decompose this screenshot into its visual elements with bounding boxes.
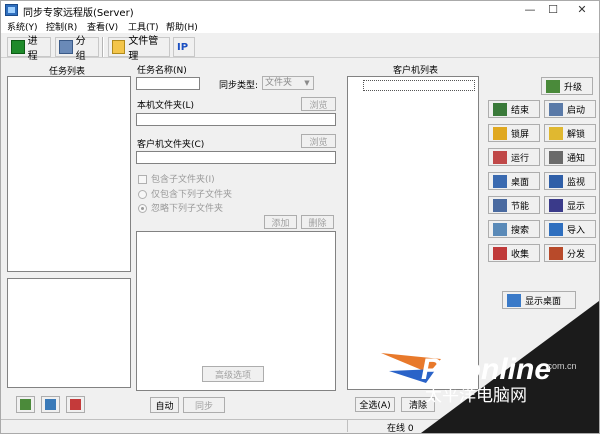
upgrade-button[interactable]: 升级 — [541, 77, 593, 95]
local-folder-input[interactable] — [136, 113, 336, 126]
process-icon — [11, 40, 25, 54]
desktop-icon — [493, 174, 507, 188]
import-button[interactable]: 导入 — [544, 220, 596, 238]
client-list-header: 客户机列表 — [393, 66, 439, 76]
task-list-panel: 任务列表 — [5, 62, 133, 415]
auto-button[interactable]: 自动 — [150, 397, 179, 413]
start-icon — [549, 102, 563, 116]
collect-icon — [493, 246, 507, 260]
task-name-input[interactable] — [136, 77, 200, 90]
display-button[interactable]: 显示 — [544, 196, 596, 214]
collect-button[interactable]: 收集 — [488, 244, 540, 262]
add-task-button[interactable] — [16, 396, 35, 413]
copy-task-icon — [45, 399, 56, 410]
start-button[interactable]: 启动 — [544, 100, 596, 118]
radio-dot — [138, 190, 147, 199]
process-button[interactable]: 进程 — [7, 36, 51, 62]
run-button[interactable]: 运行 — [488, 148, 540, 166]
chevron-down-icon: ▼ — [304, 79, 310, 87]
only-listed-radio[interactable]: 仅包含下列子文件夹 — [138, 187, 232, 200]
lock-icon — [493, 126, 507, 140]
upgrade-icon — [546, 79, 560, 93]
sync-type-select[interactable]: 文件夹 ▼ — [262, 76, 314, 90]
search-icon — [493, 222, 507, 236]
task-name-label: 任务名称(N) — [137, 66, 187, 76]
monitor-button[interactable]: 监视 — [544, 172, 596, 190]
delete-task-button[interactable] — [66, 396, 85, 413]
unlock-icon — [549, 126, 563, 140]
add-task-icon — [20, 399, 31, 410]
app-window: 同步专家远程版(Server) — ☐ ✕ 系统(Y) 控制(R) 查看(V) … — [0, 0, 600, 434]
client-list-focus — [363, 80, 475, 91]
toolbar-separator — [102, 37, 104, 57]
watermark-subtitle: 太平洋电脑网 — [425, 386, 527, 406]
sync-type-label: 同步类型: — [219, 81, 259, 91]
power-icon — [493, 198, 507, 212]
checkbox-box — [138, 175, 147, 184]
radio-dot-selected — [138, 204, 147, 213]
client-folder-input[interactable] — [136, 151, 336, 164]
import-icon — [549, 222, 563, 236]
stop-icon — [493, 102, 507, 116]
browse-local-button[interactable]: 浏览 — [301, 97, 336, 111]
close-button[interactable]: ✕ — [568, 2, 596, 18]
speaker-icon — [549, 150, 563, 164]
delete-subfolder-button[interactable]: 删除 — [301, 215, 334, 229]
ignore-listed-radio[interactable]: 忽略下列子文件夹 — [138, 201, 223, 214]
maximize-button[interactable]: ☐ — [539, 2, 567, 18]
unlock-button[interactable]: 解锁 — [544, 124, 596, 142]
include-subfolders-checkbox[interactable]: 包含子文件夹(I) — [138, 172, 215, 185]
search-button[interactable]: 搜索 — [488, 220, 540, 238]
add-subfolder-button[interactable]: 添加 — [264, 215, 297, 229]
lock-screen-button[interactable]: 锁屏 — [488, 124, 540, 142]
menu-help[interactable]: 帮助(H) — [166, 20, 198, 33]
ip-button[interactable]: IP — [173, 37, 195, 57]
file-manager-button[interactable]: 文件管理 — [108, 36, 170, 62]
group-button[interactable]: 分组 — [55, 36, 99, 62]
folder-icon — [112, 40, 126, 54]
desktop-button[interactable]: 桌面 — [488, 172, 540, 190]
group-icon — [59, 40, 73, 54]
power-saving-button[interactable]: 节能 — [488, 196, 540, 214]
display-icon — [549, 198, 563, 212]
local-folder-label: 本机文件夹(L) — [137, 101, 195, 111]
watermark: PConline .com.cn 太平洋电脑网 — [381, 301, 599, 433]
client-folder-label: 客户机文件夹(C) — [137, 140, 205, 150]
window-title: 同步专家远程版(Server) — [23, 8, 134, 19]
watermark-logo: PConline — [421, 353, 551, 386]
run-icon — [493, 150, 507, 164]
end-button[interactable]: 结束 — [488, 100, 540, 118]
advanced-options-button[interactable]: 高级选项 — [202, 366, 264, 382]
app-icon — [5, 4, 18, 16]
delete-task-icon — [70, 399, 81, 410]
copy-task-button[interactable] — [41, 396, 60, 413]
notify-button[interactable]: 通知 — [544, 148, 596, 166]
distribute-button[interactable]: 分发 — [544, 244, 596, 262]
menu-control[interactable]: 控制(R) — [46, 20, 77, 33]
browse-client-button[interactable]: 浏览 — [301, 134, 336, 148]
monitor-icon — [549, 174, 563, 188]
task-list[interactable] — [7, 76, 131, 272]
task-detail-list[interactable] — [7, 278, 131, 388]
watermark-domain: .com.cn — [545, 361, 577, 371]
sync-button[interactable]: 同步 — [183, 397, 225, 413]
distribute-icon — [549, 246, 563, 260]
